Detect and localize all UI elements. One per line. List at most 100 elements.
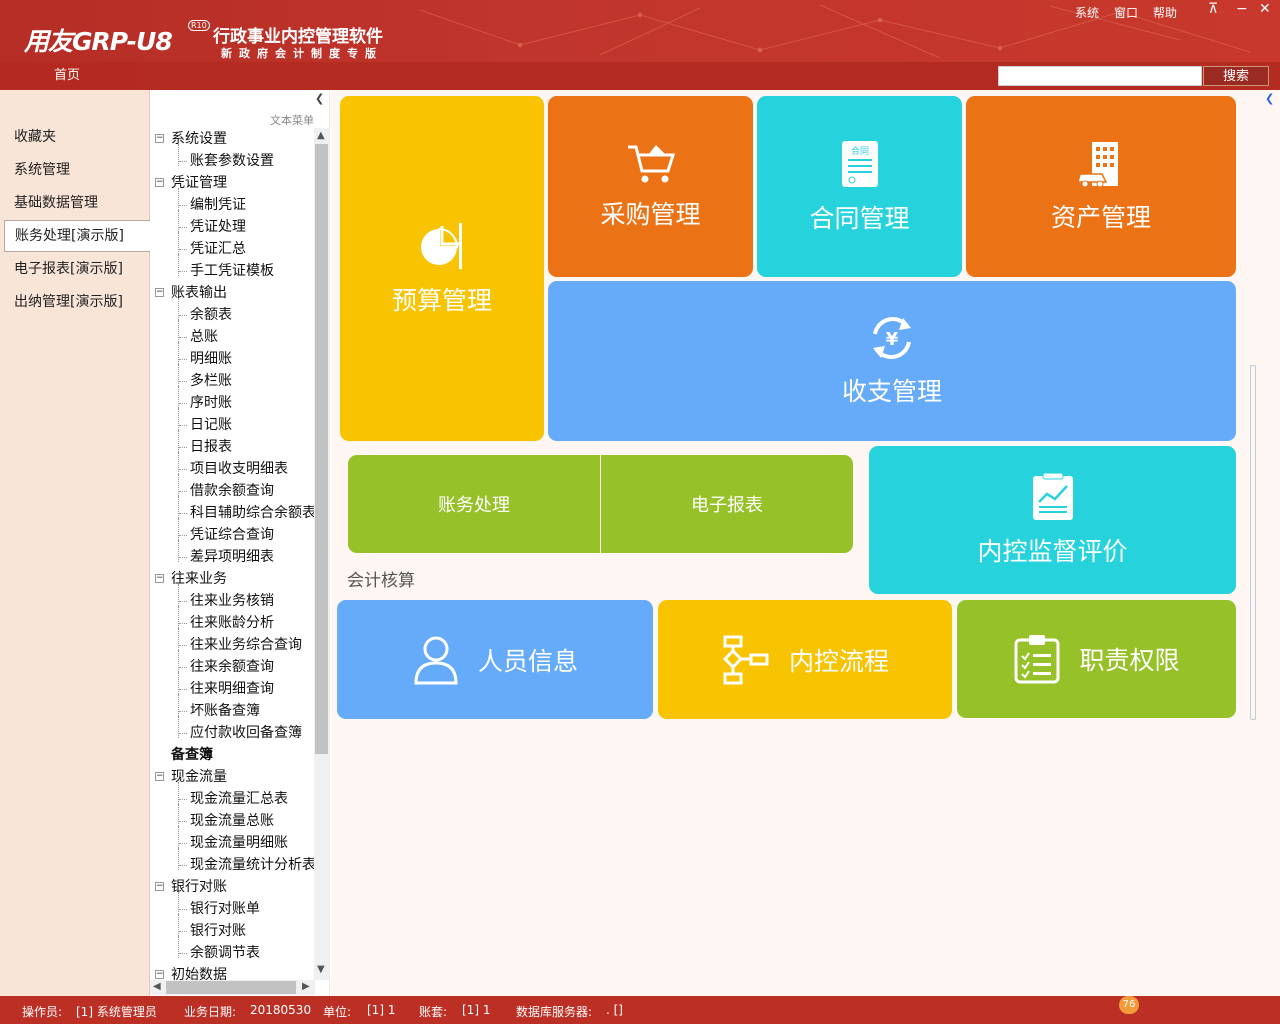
notification-badge[interactable]: 76 bbox=[1119, 996, 1139, 1014]
tile-label: 内控监督评价 bbox=[977, 537, 1128, 566]
collapse-left-icon[interactable]: ❮ bbox=[315, 92, 324, 105]
tree-hscroll-thumb[interactable] bbox=[166, 981, 296, 994]
tree-connector bbox=[179, 249, 187, 250]
tree-item[interactable]: 现金流量明细账 bbox=[190, 832, 288, 854]
tree-expand-toggle[interactable]: − bbox=[155, 134, 164, 143]
tree-item[interactable]: 现金流量统计分析表 bbox=[190, 854, 314, 876]
tree-group[interactable]: 银行对账 bbox=[171, 876, 227, 898]
menu-system[interactable]: 系统 bbox=[1075, 4, 1099, 21]
tile-process[interactable]: 内控流程 bbox=[658, 600, 952, 719]
tree-item[interactable]: 明细账 bbox=[190, 348, 232, 370]
yen-cycle-icon: ¥ bbox=[873, 317, 911, 359]
nav-favorites[interactable]: 收藏夹 bbox=[0, 122, 150, 152]
report-chart-icon bbox=[1032, 472, 1073, 520]
tree-item[interactable]: 现金流量汇总表 bbox=[190, 788, 288, 810]
tree-item[interactable]: 往来明细查询 bbox=[190, 678, 274, 700]
tile-report[interactable]: 电子报表 bbox=[601, 455, 853, 553]
tree-expand-toggle[interactable]: − bbox=[155, 772, 164, 781]
user-icon bbox=[414, 636, 458, 684]
tree-item[interactable]: 项目收支明细表 bbox=[190, 458, 288, 480]
collapse-right-icon[interactable]: ❮ bbox=[1265, 92, 1274, 105]
tree-item[interactable]: 差异项明细表 bbox=[190, 546, 274, 568]
tree-item[interactable]: 往来业务核销 bbox=[190, 590, 274, 612]
tree-connector bbox=[178, 826, 179, 848]
tree-item[interactable]: 科目辅助综合余额表 bbox=[190, 502, 314, 524]
shopping-cart-icon bbox=[627, 144, 675, 182]
menu-help[interactable]: 帮助 bbox=[1153, 4, 1177, 21]
tree-item[interactable]: 凭证处理 bbox=[190, 216, 246, 238]
tree-item[interactable]: 日记账 bbox=[190, 414, 232, 436]
tree-connector bbox=[178, 496, 179, 518]
tree-item[interactable]: 银行对账单 bbox=[190, 898, 260, 920]
tree-scroll-thumb[interactable] bbox=[315, 144, 328, 754]
tree-expand-toggle[interactable]: − bbox=[155, 574, 164, 583]
nav-basic-data[interactable]: 基础数据管理 bbox=[0, 188, 150, 218]
nav-system-management[interactable]: 系统管理 bbox=[0, 155, 150, 185]
tree-item[interactable]: 凭证综合查询 bbox=[190, 524, 274, 546]
tree-item[interactable]: 往来业务综合查询 bbox=[190, 634, 302, 656]
tree-item[interactable]: 账套参数设置 bbox=[190, 150, 274, 172]
tree-connector bbox=[179, 227, 187, 228]
close-icon[interactable]: ✕ bbox=[1259, 1, 1271, 17]
scroll-left-icon[interactable]: ◀ bbox=[153, 981, 161, 992]
tree-item[interactable]: 手工凭证模板 bbox=[190, 260, 274, 282]
nav-accounting[interactable]: 账务处理[演示版] bbox=[4, 220, 151, 252]
tree-item[interactable]: 序时账 bbox=[190, 392, 232, 414]
tree-mode-label[interactable]: 文本菜单 bbox=[270, 112, 314, 128]
tree-item[interactable]: 多栏账 bbox=[190, 370, 232, 392]
tree-item[interactable]: 现金流量总账 bbox=[190, 810, 274, 832]
tile-authority[interactable]: 职责权限 bbox=[957, 600, 1236, 718]
tree-item[interactable]: 坏账备查簿 bbox=[190, 700, 260, 722]
tree-item[interactable]: 往来余额查询 bbox=[190, 656, 274, 678]
tile-accounting[interactable]: 账务处理 bbox=[348, 455, 600, 553]
tree-connector bbox=[179, 447, 187, 448]
pin-top-icon[interactable]: ⊼ bbox=[1208, 1, 1218, 17]
tree-item[interactable]: 日报表 bbox=[190, 436, 232, 458]
tree-group[interactable]: 初始数据 bbox=[171, 964, 227, 980]
search-input[interactable] bbox=[998, 66, 1202, 86]
scroll-up-icon[interactable]: ▲ bbox=[317, 130, 325, 141]
tree-connector bbox=[178, 716, 179, 738]
tree-item[interactable]: 借款余额查询 bbox=[190, 480, 274, 502]
tree-connector bbox=[178, 804, 179, 826]
tree-expand-toggle[interactable]: − bbox=[155, 970, 164, 979]
tile-supervision[interactable]: 内控监督评价 bbox=[869, 446, 1236, 594]
tree-item[interactable]: 余额调节表 bbox=[190, 942, 260, 964]
tree-group[interactable]: 备查簿 bbox=[171, 744, 213, 766]
tree-group[interactable]: 凭证管理 bbox=[171, 172, 227, 194]
tree-expand-toggle[interactable]: − bbox=[155, 178, 164, 187]
tile-contract[interactable]: 合同 合同管理 bbox=[757, 96, 962, 277]
tree-group[interactable]: 账表输出 bbox=[171, 282, 227, 304]
tree-expand-toggle[interactable]: − bbox=[155, 882, 164, 891]
tile-personnel[interactable]: 人员信息 bbox=[337, 600, 653, 719]
tile-asset[interactable]: 资产管理 bbox=[966, 96, 1236, 277]
tile-income-expense[interactable]: ¥ 收支管理 bbox=[548, 281, 1236, 441]
tree-item[interactable]: 凭证汇总 bbox=[190, 238, 246, 260]
tree-item[interactable]: 总账 bbox=[190, 326, 218, 348]
minimize-icon[interactable]: − bbox=[1236, 1, 1248, 17]
search-button[interactable]: 搜索 bbox=[1203, 66, 1269, 86]
tile-purchase[interactable]: 采购管理 bbox=[548, 96, 753, 277]
tree-item[interactable]: 应付款收回备查簿 bbox=[190, 722, 302, 744]
tree-group[interactable]: 往来业务 bbox=[171, 568, 227, 590]
tree-connector bbox=[178, 210, 179, 232]
tree-item[interactable]: 余额表 bbox=[190, 304, 232, 326]
tree-connector bbox=[178, 364, 179, 386]
tree-expand-toggle[interactable]: − bbox=[155, 288, 164, 297]
menu-window[interactable]: 窗口 bbox=[1114, 4, 1138, 21]
scroll-down-icon[interactable]: ▼ bbox=[317, 964, 325, 975]
tree-item[interactable]: 编制凭证 bbox=[190, 194, 246, 216]
tile-budget[interactable]: 预算管理 bbox=[340, 96, 544, 441]
tree-item[interactable]: 往来账龄分析 bbox=[190, 612, 274, 634]
tree-group[interactable]: 现金流量 bbox=[171, 766, 227, 788]
scroll-right-icon[interactable]: ▶ bbox=[302, 981, 310, 992]
tab-home[interactable]: 首页 bbox=[0, 62, 134, 90]
nav-electronic-report[interactable]: 电子报表[演示版] bbox=[0, 254, 150, 284]
main-scroll-indicator[interactable] bbox=[1250, 365, 1256, 720]
svg-text:¥: ¥ bbox=[886, 329, 899, 350]
tile-label: 人员信息 bbox=[477, 646, 578, 676]
tree-item[interactable]: 银行对账 bbox=[190, 920, 246, 942]
nav-cashier[interactable]: 出纳管理[演示版] bbox=[0, 287, 150, 317]
tree-group[interactable]: 系统设置 bbox=[171, 128, 227, 150]
status-db: . [] bbox=[606, 1003, 623, 1017]
